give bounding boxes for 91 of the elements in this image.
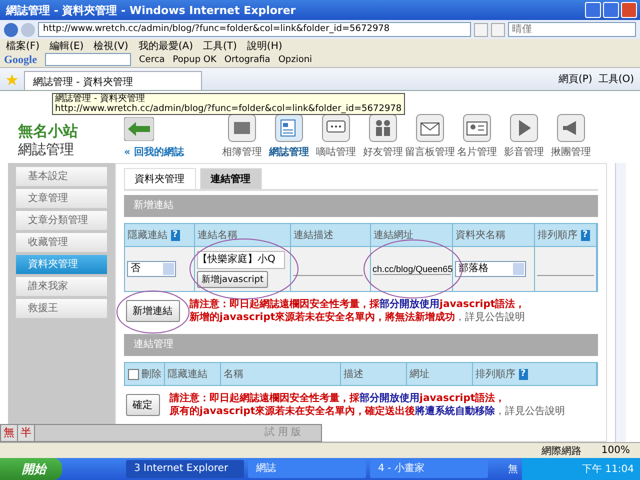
document-icon	[275, 114, 303, 142]
people-icon	[369, 114, 397, 142]
nav-item[interactable]: 嘀咕管理	[314, 114, 358, 159]
nav-item[interactable]: 好友管理	[361, 114, 405, 159]
nav-item[interactable]: 名片管理	[455, 114, 499, 159]
nav-item[interactable]: 網誌管理	[267, 114, 311, 159]
column-header: 連結描述	[290, 224, 371, 246]
card-icon	[463, 114, 491, 142]
hidden-select[interactable]: 否	[126, 261, 176, 277]
notice-text: 請注意：即日起網誌遠欄因安全性考量，採部分開放使用javascript語法，	[190, 298, 526, 311]
sidebar-item[interactable]: 救援王	[16, 299, 107, 318]
toolbar-button[interactable]: Cerca	[139, 54, 165, 64]
taskbar-button[interactable]: 3 Internet Explorer	[126, 460, 244, 478]
maximize-button[interactable]	[603, 2, 619, 18]
notice-text: 新增的javascript來源若未在安全名單內，將無法新增成功，詳見公告說明	[190, 311, 526, 324]
help-icon[interactable]: ?	[170, 230, 180, 240]
menu-item[interactable]: 工具(T)	[203, 38, 237, 52]
add-javascript-button[interactable]: 新增javascript	[196, 270, 268, 288]
browser-tab[interactable]: 網誌管理 - 資料夾管理	[24, 71, 202, 90]
menu-item[interactable]: 說明(H)	[246, 38, 282, 52]
address-field[interactable]: http://www.wretch.cc/admin/blog/?func=folder&col=link&folder_id=5672978	[38, 22, 471, 37]
column-header: 排列順序 ?	[472, 363, 597, 385]
clock: 下午 11:04	[582, 463, 634, 476]
notice-text: 請注意：即日起網誌遠欄因安全性考量，採部分開放使用javascript語法，	[170, 392, 506, 405]
column-header: 隱藏連結 ?	[124, 224, 195, 246]
page-heading: 網誌管理	[18, 141, 75, 159]
section-header: 連結管理	[124, 334, 598, 356]
tab[interactable]: 資料夾管理	[124, 168, 196, 189]
ime-indicator[interactable]: 無	[508, 462, 518, 476]
toolbar-button[interactable]: Ortografia	[224, 54, 270, 64]
section-header: 新增連結	[124, 195, 598, 217]
site-logo[interactable]: 無名小站	[18, 122, 108, 141]
tooltip-title: 網誌管理 - 資料夾管理	[55, 94, 146, 104]
confirm-button[interactable]: 確定	[126, 394, 160, 416]
notice-text: 原有的javascript來源若未在安全名單內，確定送出後將遭系統自動移除，詳見公告說明	[170, 405, 566, 418]
ime-key[interactable]: 無	[1, 425, 18, 441]
back-arrow-icon[interactable]	[124, 117, 154, 141]
google-logo: Google	[4, 54, 37, 66]
zoom-level[interactable]: 100%	[601, 445, 630, 456]
security-zone: 網際網路	[541, 444, 582, 458]
checkbox[interactable]	[128, 368, 139, 380]
search-field[interactable]: 晴僅	[508, 22, 636, 37]
sidebar-item[interactable]: 文章分類管理	[16, 211, 107, 230]
help-icon[interactable]: ?	[518, 368, 528, 380]
column-header: 隱藏連結	[164, 363, 221, 385]
back-button[interactable]	[4, 22, 18, 36]
sidebar-item[interactable]: 文章管理	[16, 189, 107, 208]
column-header: 描述	[340, 363, 407, 385]
google-search-field[interactable]	[45, 53, 131, 66]
ime-key[interactable]: 半	[18, 425, 35, 441]
back-link[interactable]: « 回我的網誌	[124, 145, 204, 159]
column-header: 刪除	[124, 363, 165, 385]
play-icon	[510, 114, 538, 142]
envelope-icon	[416, 114, 444, 142]
toolbar-button[interactable]: Opzioni	[278, 54, 312, 64]
close-button[interactable]	[621, 2, 637, 18]
tooltip-url: http://www.wretch.cc/admin/blog/?func=folder&col=link&folder_id=5672978	[55, 104, 402, 114]
column-header: 網址	[406, 363, 473, 385]
help-icon[interactable]: ?	[580, 230, 590, 240]
stop-button[interactable]	[491, 22, 505, 36]
column-header: 名稱	[220, 363, 341, 385]
nav-item[interactable]: 揪團管理	[549, 114, 593, 159]
toolbar-button[interactable]: Popup OK	[172, 54, 216, 64]
window-title: 網誌管理 - 資料夾管理 - Windows Internet Explorer	[6, 2, 297, 18]
photo-icon	[228, 114, 256, 142]
menu-item[interactable]: 編輯(E)	[50, 38, 84, 52]
column-header: 連結網址	[370, 224, 453, 246]
sidebar-item[interactable]: 收藏管理	[16, 233, 107, 252]
scrollbar[interactable]	[614, 163, 626, 442]
taskbar-button[interactable]: 網誌	[248, 460, 366, 478]
taskbar-button[interactable]: 4 - 小畫家	[370, 460, 488, 478]
tab[interactable]: 連結管理	[200, 168, 262, 189]
sidebar-item[interactable]: 誰來我家	[16, 277, 107, 296]
star-icon[interactable]	[6, 74, 18, 86]
megaphone-icon	[557, 114, 585, 142]
menu-item[interactable]: 我的最愛(A)	[138, 38, 193, 52]
ime-label: 試 用 版	[264, 426, 302, 440]
minimize-button[interactable]	[585, 2, 601, 18]
refresh-button[interactable]	[474, 22, 488, 36]
column-header: 連結名稱	[194, 224, 291, 246]
nav-item[interactable]: 相簿管理	[220, 114, 264, 159]
link-name-field[interactable]: 【快樂家庭】小Q	[196, 250, 285, 268]
add-link-button[interactable]: 新增連結	[126, 300, 180, 322]
sidebar-item[interactable]: 基本設定	[16, 167, 107, 186]
menu-item[interactable]: 檢視(V)	[94, 38, 128, 52]
column-header: 排列順序 ?	[534, 224, 597, 246]
column-header: 資料夾名稱	[452, 224, 535, 246]
menu-item[interactable]: 檔案(F)	[6, 38, 40, 52]
nav-item[interactable]: 影音管理	[502, 114, 546, 159]
toolbar-button[interactable]: 網頁(P)	[558, 72, 592, 86]
toolbar-button[interactable]: 工具(O)	[598, 72, 634, 86]
